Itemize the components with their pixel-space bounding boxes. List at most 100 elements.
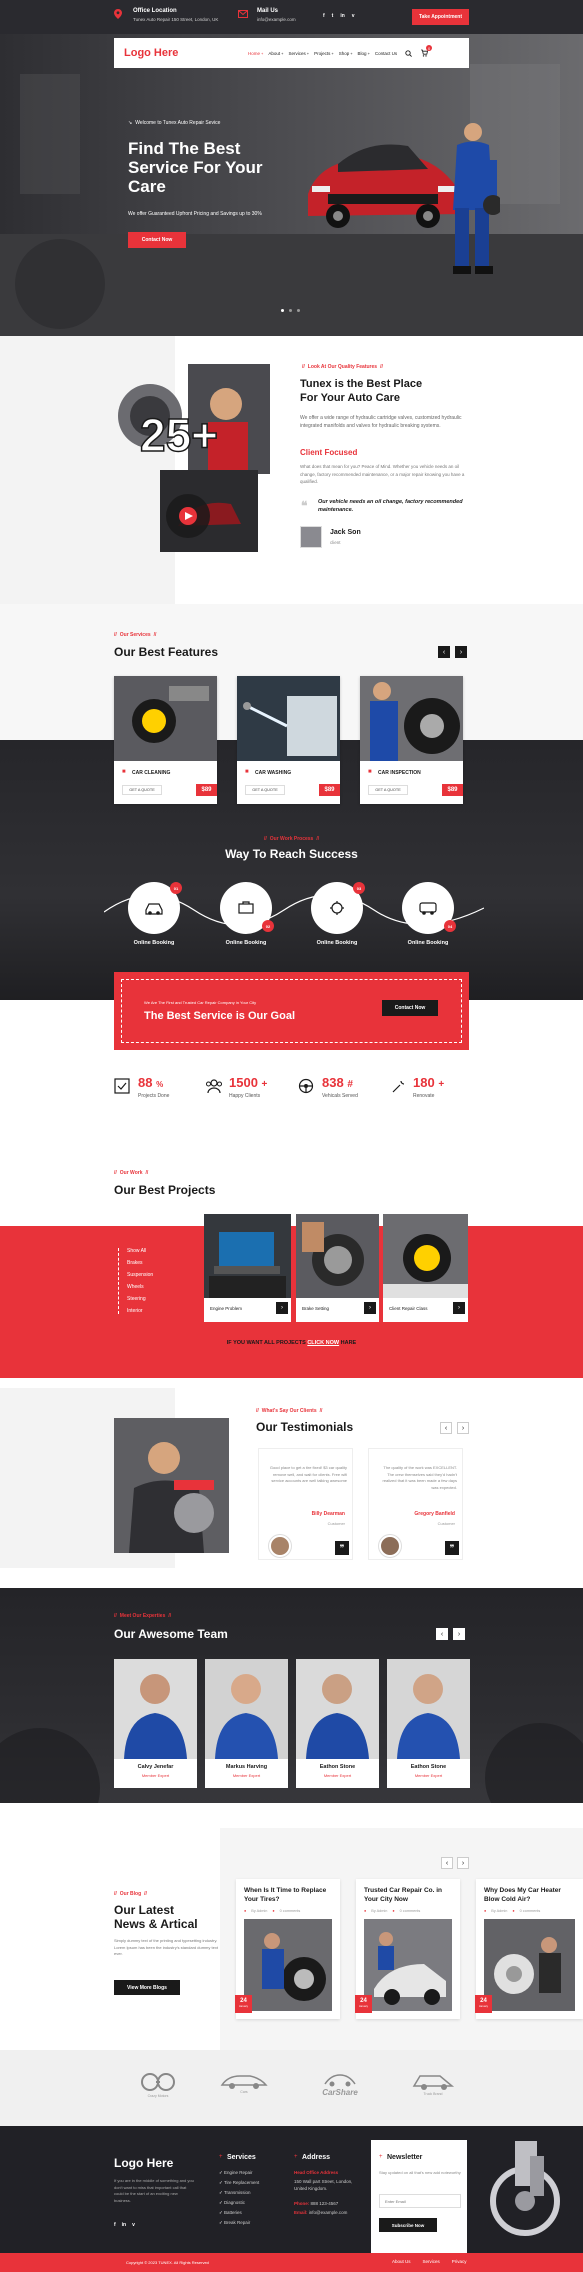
service-card[interactable]: ■ CAR INSPECTION GET A QUOTE $89 (360, 676, 463, 804)
filter-show-all[interactable]: Show All (127, 1248, 153, 1254)
blog-card[interactable]: Trusted Car Repair Co. in Your City Now … (355, 1879, 460, 2019)
projects-more-end: HARE (340, 1340, 357, 1346)
linkedin-icon[interactable]: in (340, 13, 344, 19)
team-member-photo (205, 1659, 288, 1759)
footer-service-link[interactable]: ✓ Batteries (219, 2210, 259, 2216)
project-arrow-icon[interactable]: › (276, 1302, 288, 1314)
blog-card[interactable]: When Is It Time to Replace Your Tires? ●… (235, 1879, 340, 2019)
engine-project-image (204, 1214, 291, 1298)
footer-service-link[interactable]: ✓ Break Repair (219, 2220, 259, 2226)
project-card[interactable]: Client Repair Class › (383, 1214, 468, 1322)
team-card[interactable]: Eathon Stone Member Expert (296, 1659, 379, 1788)
projects-more-text: IF YOU WANT ALL PROJECTS CLICK NOW HARE (0, 1340, 583, 1346)
stat-value: 838 (322, 1075, 344, 1090)
project-arrow-icon[interactable]: › (453, 1302, 465, 1314)
view-more-blogs-button[interactable]: View More Blogs (114, 1980, 180, 1995)
process-step: 01 (128, 882, 182, 934)
stat-item: 88 % Projects Done (114, 1075, 202, 1105)
team-next-button[interactable]: › (453, 1628, 465, 1640)
facebook-icon[interactable]: f (323, 13, 325, 19)
footer-logo[interactable]: Logo Here (114, 2156, 173, 2170)
services-prev-button[interactable]: ‹ (438, 646, 450, 658)
quote-button[interactable]: GET A QUOTE (368, 785, 408, 795)
filter-steering[interactable]: Steering (127, 1296, 153, 1302)
blog-author: By Admin (371, 1909, 388, 1913)
topbar: Office Location Tunex Auto Repair 150 St… (0, 0, 583, 34)
service-card[interactable]: ■ CAR CLEANING GET A QUOTE $89 (114, 676, 217, 804)
slider-dot[interactable] (297, 309, 300, 312)
nav-item-contact[interactable]: Contact Us (375, 51, 397, 56)
team-prev-button[interactable]: ‹ (436, 1628, 448, 1640)
nav-item-services[interactable]: Services (288, 51, 305, 56)
service-card[interactable]: ■ CAR WASHING GET A QUOTE $89 (237, 676, 340, 804)
services-next-button[interactable]: › (455, 646, 467, 658)
team-card[interactable]: Calvy Jenefar Member Expert (114, 1659, 197, 1788)
team-card[interactable]: Markus Harving Member Expert (205, 1659, 288, 1788)
nav-item-projects[interactable]: Projects (314, 51, 330, 56)
footer-link-privacy[interactable]: Privacy (452, 2259, 467, 2264)
member-role: Member Expert (141, 1773, 170, 1778)
blog-next-button[interactable]: › (457, 1857, 469, 1869)
process-step: 02 (220, 882, 274, 934)
blog-prev-button[interactable]: ‹ (441, 1857, 453, 1869)
projects-more-link[interactable]: CLICK NOW (307, 1340, 339, 1346)
blog-post-title[interactable]: Trusted Car Repair Co. in Your City Now (364, 1887, 450, 1904)
twitter-icon[interactable]: t (332, 13, 334, 19)
slider-dot[interactable] (281, 309, 284, 312)
footer-link-about[interactable]: About Us (392, 2259, 411, 2264)
facebook-icon[interactable]: f (114, 2222, 116, 2228)
brand-logo: Cars (214, 2072, 274, 2094)
filter-brakes[interactable]: Brakes (127, 1260, 153, 1266)
social-links: f t in v (323, 13, 355, 19)
phone-value[interactable]: 888 123-4567 (311, 2201, 339, 2206)
about-image-collage (118, 364, 270, 552)
appointment-button[interactable]: Take Appointment (412, 9, 469, 25)
hero-tag: ↘ Welcome to Tunex Auto Repair Sevice (128, 120, 220, 126)
nav-item-about[interactable]: About (268, 51, 280, 56)
footer-service-link[interactable]: ✓ Transmission (219, 2190, 259, 2196)
footer-link-services[interactable]: Services (423, 2259, 440, 2264)
blog-post-title[interactable]: Why Does My Car Heater Blow Cold Air? (484, 1887, 576, 1904)
footer-service-link[interactable]: ✓ Tire Replacement (219, 2180, 259, 2186)
linkedin-icon[interactable]: in (122, 2222, 126, 2228)
blog-card[interactable]: Why Does My Car Heater Blow Cold Air? ● B… (475, 1879, 583, 2019)
nav-arrow-icon: + (261, 50, 264, 56)
quote-button[interactable]: GET A QUOTE (122, 785, 162, 795)
newsletter-email-input[interactable] (379, 2194, 461, 2208)
nav-item-blog[interactable]: Blog (358, 51, 367, 56)
blog-title-line1: Our Latest (114, 1903, 175, 1917)
mail-text[interactable]: info@example.com (257, 17, 296, 22)
filter-wheels[interactable]: Wheels (127, 1284, 153, 1290)
brand-name: Truck Brand (423, 2092, 443, 2096)
cart-icon[interactable]: 0 (420, 45, 433, 57)
filter-suspension[interactable]: Suspension (127, 1272, 153, 1278)
email-value[interactable]: info@example.com (309, 2210, 348, 2215)
site-logo[interactable]: Logo Here (124, 47, 244, 59)
team-card[interactable]: Eathon Stone Member Expert (387, 1659, 470, 1788)
blog-post-title[interactable]: When Is It Time to Replace Your Tires? (244, 1887, 330, 1904)
project-card[interactable]: Brake Setting › (296, 1214, 379, 1322)
testimonials-prev-button[interactable]: ‹ (440, 1422, 452, 1434)
vimeo-icon[interactable]: v (352, 13, 355, 19)
footer-bottom-links: About Us Services Privacy (392, 2259, 467, 2264)
team-light-bottom (0, 1803, 583, 1828)
comment-icon: ● (392, 1909, 395, 1913)
brake-project-image (296, 1214, 379, 1298)
projects-filter-list: Show All Brakes Suspension Wheels Steeri… (118, 1248, 153, 1314)
team-background (0, 1723, 583, 1828)
project-card[interactable]: Engine Problem › (204, 1214, 291, 1322)
vimeo-icon[interactable]: v (132, 2222, 135, 2228)
testimonials-next-button[interactable]: › (457, 1422, 469, 1434)
footer-service-link[interactable]: ✓ Diagnostic (219, 2200, 259, 2206)
search-icon[interactable] (405, 49, 413, 57)
nav-item-home[interactable]: Home (248, 51, 260, 56)
nav-item-shop[interactable]: Shop (339, 51, 350, 56)
cta-contact-button[interactable]: Contact Now (382, 1000, 438, 1016)
hero-contact-button[interactable]: Contact Now (128, 232, 186, 248)
slider-dot[interactable] (289, 309, 292, 312)
footer-service-link[interactable]: ✓ Engine Repair (219, 2170, 259, 2176)
subscribe-button[interactable]: Subscribe Now (379, 2218, 437, 2232)
project-arrow-icon[interactable]: › (364, 1302, 376, 1314)
quote-button[interactable]: GET A QUOTE (245, 785, 285, 795)
filter-interior[interactable]: Interior (127, 1308, 153, 1314)
